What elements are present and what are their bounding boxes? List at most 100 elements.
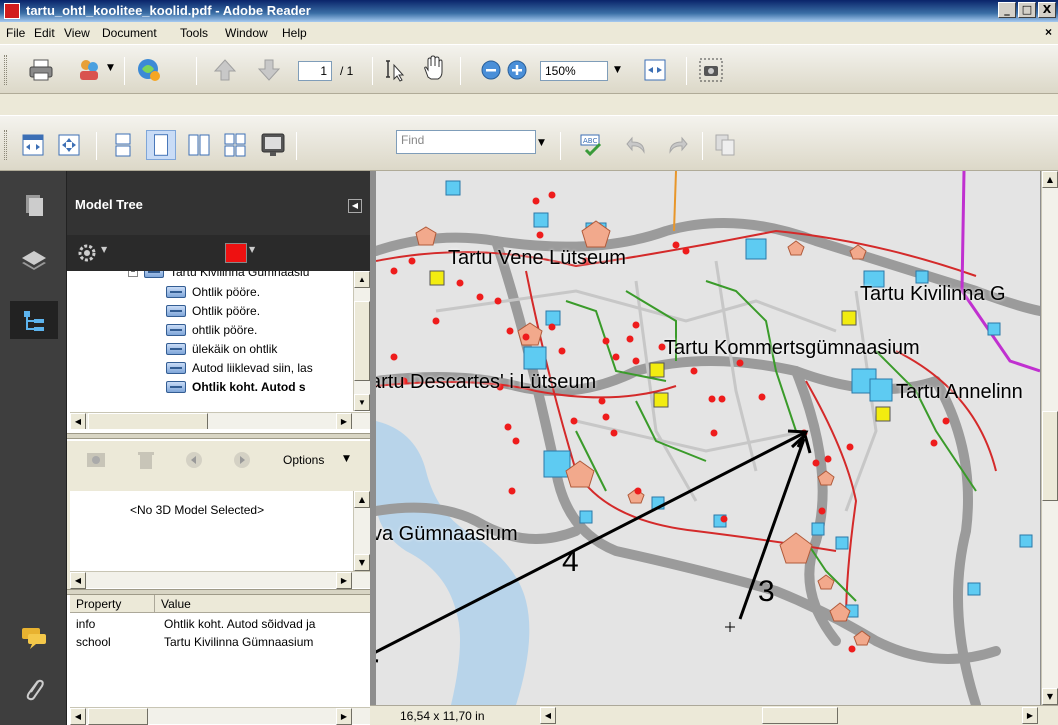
attachments-icon[interactable]: [20, 675, 48, 703]
tree-vertical-scrollbar[interactable]: ▲ ▼: [353, 271, 370, 411]
node-icon: [166, 381, 186, 393]
menu-edit[interactable]: Edit: [34, 26, 55, 40]
fit-width-page-icon[interactable]: [20, 132, 46, 158]
view-horizontal-scrollbar[interactable]: ◀ ▶: [70, 571, 370, 589]
two-up-icon[interactable]: [186, 132, 212, 158]
scroll-thumb[interactable]: [88, 708, 148, 725]
menu-file[interactable]: File: [6, 26, 25, 40]
gear-dropdown-arrow-icon[interactable]: ▼: [101, 245, 107, 254]
table-header-property[interactable]: Property: [70, 595, 154, 613]
tree-horizontal-scrollbar[interactable]: ◀ ▶: [70, 412, 370, 429]
single-page-icon[interactable]: [110, 132, 136, 158]
menu-help[interactable]: Help: [282, 26, 307, 40]
share-dropdown-arrow-icon[interactable]: ▼: [107, 63, 114, 73]
zoom-level-select[interactable]: 150%: [540, 61, 608, 81]
page-total: / 1: [340, 64, 354, 78]
scroll-up-icon[interactable]: ▲: [354, 491, 370, 508]
view-vertical-scrollbar[interactable]: ▲ ▼: [353, 491, 370, 571]
next-page-icon[interactable]: [256, 57, 282, 83]
scroll-left-icon[interactable]: ◀: [540, 707, 556, 724]
toolbar-grip[interactable]: [4, 55, 7, 85]
toolbar-grip-2[interactable]: [4, 130, 7, 160]
options-dropdown-arrow-icon[interactable]: ▼: [343, 454, 350, 464]
find-input[interactable]: Find: [396, 130, 536, 154]
menu-window[interactable]: Window: [225, 26, 268, 40]
copy-file-icon[interactable]: [712, 132, 738, 158]
menu-view[interactable]: View: [64, 26, 90, 40]
fit-width-icon[interactable]: [642, 57, 668, 83]
map-label: Tartu Vene Lütseum: [448, 247, 626, 269]
3d-view-icon: [87, 453, 105, 467]
menu-bar: File Edit View Document Tools Window Hel…: [0, 22, 1058, 44]
full-screen-icon[interactable]: [260, 132, 286, 158]
zoom-out-icon[interactable]: [480, 59, 502, 81]
scroll-up-icon[interactable]: ▲: [1042, 171, 1058, 188]
minimize-button[interactable]: _: [998, 2, 1016, 18]
redo-icon[interactable]: [664, 132, 690, 158]
scroll-left-icon[interactable]: ◀: [70, 708, 86, 725]
options-menu[interactable]: Options: [283, 453, 324, 467]
previous-page-icon[interactable]: [212, 57, 238, 83]
collapse-panel-button[interactable]: ◀: [348, 199, 362, 213]
document-view[interactable]: Tartu Vene Lütseum Tartu Kivilinna G Tar…: [370, 171, 1058, 725]
menu-document[interactable]: Document: [102, 26, 157, 40]
scroll-thumb[interactable]: [88, 413, 208, 429]
scroll-thumb[interactable]: [1042, 411, 1058, 501]
list-item[interactable]: Ohtlik pööre.: [166, 283, 260, 301]
list-item[interactable]: ohtlik pööre.: [166, 321, 257, 339]
gear-icon[interactable]: [77, 243, 97, 263]
undo-icon[interactable]: [624, 132, 650, 158]
zoom-dropdown-arrow-icon[interactable]: ▼: [614, 65, 621, 75]
color-swatch-button[interactable]: [225, 243, 247, 263]
share-document-icon[interactable]: [76, 57, 102, 83]
layers-icon[interactable]: [20, 247, 48, 275]
hand-tool-icon[interactable]: [420, 55, 446, 81]
menu-tools[interactable]: Tools: [180, 26, 208, 40]
scroll-down-icon[interactable]: ▼: [354, 394, 370, 411]
list-item-selected[interactable]: Ohtlik koht. Autod s: [166, 378, 306, 396]
list-item[interactable]: − Tartu Kivilinna Gümnaasiu: [128, 271, 309, 281]
fit-page-icon[interactable]: [56, 132, 82, 158]
table-header-value[interactable]: Value: [154, 595, 370, 613]
document-close-icon[interactable]: ×: [1045, 25, 1052, 39]
list-item[interactable]: ülekäik on ohtlik: [166, 340, 277, 358]
scroll-down-icon[interactable]: ▼: [354, 554, 370, 571]
scroll-thumb[interactable]: [354, 301, 370, 381]
horizontal-scroll-thumb[interactable]: [762, 707, 838, 724]
maximize-button[interactable]: □: [1018, 2, 1036, 18]
scroll-up-icon[interactable]: ▲: [354, 271, 370, 288]
spell-check-icon[interactable]: ABC: [578, 132, 604, 158]
panel-title: Model Tree: [75, 197, 143, 212]
print-icon[interactable]: [28, 57, 54, 83]
list-item[interactable]: Ohtlik pööre.: [166, 302, 260, 320]
document-vertical-scrollbar[interactable]: ▲ ▼: [1041, 171, 1058, 705]
list-item[interactable]: Autod liiklevad siin, las: [166, 359, 313, 377]
scroll-left-icon[interactable]: ◀: [70, 572, 86, 589]
scroll-left-icon[interactable]: ◀: [70, 413, 86, 429]
scroll-down-icon[interactable]: ▼: [1042, 688, 1058, 705]
pages-icon[interactable]: [20, 191, 48, 219]
page-number-input[interactable]: 1: [298, 61, 332, 81]
svg-text:ABC: ABC: [583, 137, 597, 145]
comments-icon[interactable]: [20, 623, 48, 651]
model-tree-icon[interactable]: [20, 307, 48, 335]
snapshot-tool-icon[interactable]: [698, 57, 724, 83]
props-horizontal-scrollbar[interactable]: ◀ ▶: [70, 707, 370, 725]
map-label: Tartu Kommertsgümnaasium: [664, 337, 920, 359]
find-dropdown-arrow-icon[interactable]: ▼: [538, 138, 545, 148]
close-button[interactable]: X: [1038, 2, 1056, 18]
scroll-right-icon[interactable]: ▶: [336, 413, 352, 429]
zoom-in-icon[interactable]: [506, 59, 528, 81]
panel-splitter[interactable]: [67, 433, 370, 439]
map-label: Tartu Kivilinna G: [860, 283, 1006, 305]
scroll-right-icon[interactable]: ▶: [1022, 707, 1038, 724]
continuous-page-icon[interactable]: [146, 130, 176, 160]
collaborate-icon[interactable]: [136, 57, 162, 83]
node-icon: [166, 343, 186, 355]
two-up-continuous-icon[interactable]: [222, 132, 248, 158]
scroll-right-icon[interactable]: ▶: [336, 572, 352, 589]
map-page[interactable]: Tartu Vene Lütseum Tartu Kivilinna G Tar…: [376, 171, 1040, 705]
select-tool-icon[interactable]: [384, 57, 410, 83]
color-dropdown-arrow-icon[interactable]: ▼: [249, 245, 255, 254]
scroll-right-icon[interactable]: ▶: [336, 708, 352, 725]
